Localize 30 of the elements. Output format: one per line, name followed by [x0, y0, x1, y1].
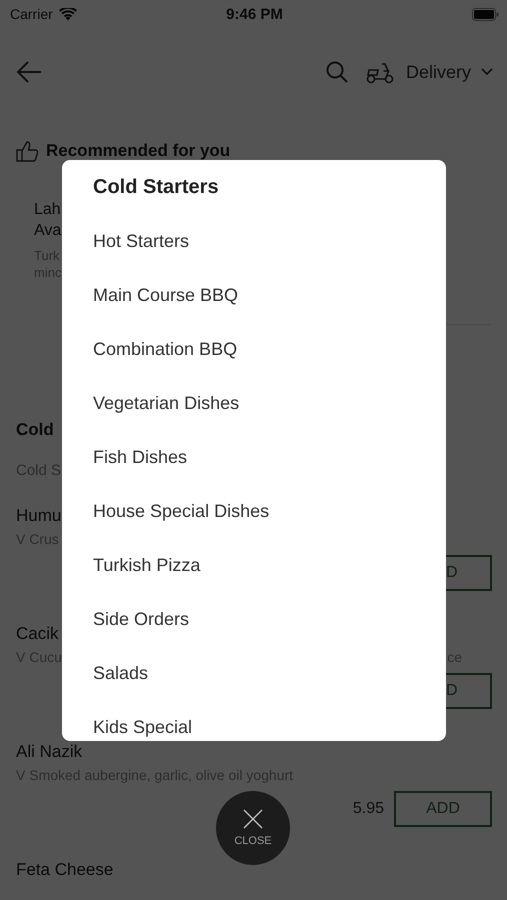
- category-menu-item[interactable]: Turkish Pizza: [93, 538, 446, 592]
- chevron-down-icon[interactable]: [481, 68, 493, 76]
- dish-name: Feta Cheese: [16, 859, 114, 881]
- search-icon[interactable]: [326, 61, 348, 83]
- dish-name: Cacik: [16, 623, 59, 645]
- dish-name: Ava: [34, 221, 62, 241]
- dish-name: Humu: [16, 505, 62, 527]
- back-arrow-icon[interactable]: [16, 61, 42, 83]
- category-menu-item[interactable]: Hot Starters: [93, 214, 446, 268]
- category-menu-item[interactable]: Cold Starters: [93, 160, 446, 214]
- category-menu-item[interactable]: Main Course BBQ: [93, 268, 446, 322]
- wifi-icon: [58, 8, 77, 20]
- category-menu-item[interactable]: Combination BBQ: [93, 322, 446, 376]
- section-title: Recommended for you: [46, 141, 230, 161]
- dish-name: Lah: [34, 200, 61, 220]
- category-menu-item[interactable]: House Special Dishes: [93, 484, 446, 538]
- carrier-name: Carrier: [10, 6, 53, 22]
- dish-name: Ali Nazik: [16, 741, 82, 763]
- thumbs-up-icon: [16, 140, 38, 162]
- category-menu-item[interactable]: Salads: [93, 646, 446, 700]
- category-menu-item[interactable]: Fish Dishes: [93, 430, 446, 484]
- close-button[interactable]: CLOSE: [216, 791, 290, 865]
- scooter-icon[interactable]: [366, 60, 394, 84]
- category-menu-item[interactable]: Kids Special: [93, 700, 446, 741]
- dish-price: 5.95: [352, 800, 384, 818]
- category-title: Cold: [16, 419, 54, 441]
- category-menu-item[interactable]: Side Orders: [93, 592, 446, 646]
- category-menu-item[interactable]: Vegetarian Dishes: [93, 376, 446, 430]
- status-time: 9:46 PM: [226, 6, 283, 22]
- close-icon: [243, 809, 263, 829]
